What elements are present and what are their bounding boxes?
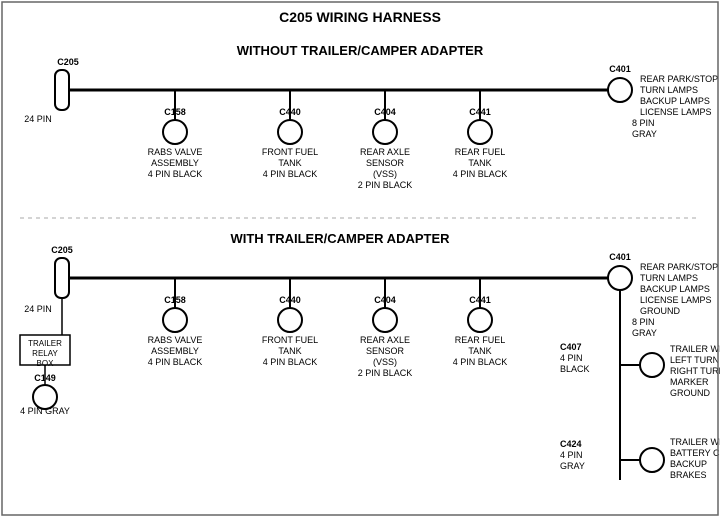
- section2-c440-d3: 4 PIN BLACK: [263, 357, 318, 367]
- section2-c441-circle: [468, 308, 492, 332]
- section1-c440-id: C440: [279, 107, 301, 117]
- section2-left-sub: 24 PIN: [24, 304, 52, 314]
- c424-sub2: GRAY: [560, 461, 585, 471]
- section1-c441-d3: 4 PIN BLACK: [453, 169, 508, 179]
- section2-c158-circle: [163, 308, 187, 332]
- section2-c441-id: C441: [469, 295, 491, 305]
- relay-box-text2: RELAY: [32, 349, 58, 358]
- c407-d3: RIGHT TURN: [670, 366, 720, 376]
- section1-c440-d2: TANK: [278, 158, 301, 168]
- relay-box-text1: TRAILER: [28, 339, 62, 348]
- section2-c441-d3: 4 PIN BLACK: [453, 357, 508, 367]
- section2-right-d1: REAR PARK/STOP: [640, 262, 718, 272]
- c424-id: C424: [560, 439, 582, 449]
- section1-right-id: C401: [609, 64, 631, 74]
- c424-d1: TRAILER WIRES: [670, 437, 720, 447]
- section2-right-d4: LICENSE LAMPS: [640, 295, 712, 305]
- section1-c404-d1: REAR AXLE: [360, 147, 410, 157]
- section1-left-id: C205: [57, 57, 79, 67]
- section1-c441-d2: TANK: [468, 158, 491, 168]
- c407-sub2: BLACK: [560, 364, 590, 374]
- section2-right-d3: BACKUP LAMPS: [640, 284, 710, 294]
- section2-c404-d2: SENSOR: [366, 346, 405, 356]
- section1-c158-id: C158: [164, 107, 186, 117]
- section1-right-desc2: TURN LAMPS: [640, 85, 698, 95]
- section1-c404-d3: (VSS): [373, 169, 397, 179]
- section1-left-connector: [55, 70, 69, 110]
- section2-c441-d1: REAR FUEL: [455, 335, 506, 345]
- section1-left-sub: 24 PIN: [24, 114, 52, 124]
- section2-right-connector: [608, 266, 632, 290]
- section2-left-connector: [55, 258, 69, 298]
- section2-right-d5: GROUND: [640, 306, 680, 316]
- section1-right-sub2: GRAY: [632, 129, 657, 139]
- section1-c404-circle: [373, 120, 397, 144]
- section1-c158-d2: ASSEMBLY: [151, 158, 199, 168]
- section2-label: WITH TRAILER/CAMPER ADAPTER: [230, 231, 450, 246]
- c424-d2: BATTERY CHARGE: [670, 448, 720, 458]
- section1-c158-circle: [163, 120, 187, 144]
- section1-c440-d1: FRONT FUEL: [262, 147, 318, 157]
- section1-c441-circle: [468, 120, 492, 144]
- section1-c158-d1: RABS VALVE: [148, 147, 203, 157]
- section2-c158-d1: RABS VALVE: [148, 335, 203, 345]
- section2-c158-d3: 4 PIN BLACK: [148, 357, 203, 367]
- section1-c404-d4: 2 PIN BLACK: [358, 180, 413, 190]
- section1-right-desc1: REAR PARK/STOP: [640, 74, 718, 84]
- section1-c440-d3: 4 PIN BLACK: [263, 169, 318, 179]
- c407-d2: LEFT TURN: [670, 355, 719, 365]
- section1-c404-id: C404: [374, 107, 396, 117]
- section2-c404-d3: (VSS): [373, 357, 397, 367]
- section2-c440-id: C440: [279, 295, 301, 305]
- section1-c404-d2: SENSOR: [366, 158, 405, 168]
- c407-circle: [640, 353, 664, 377]
- c424-circle: [640, 448, 664, 472]
- section2-c158-id: C158: [164, 295, 186, 305]
- page: C205 WIRING HARNESS WITHOUT TRAILER/CAMP…: [0, 0, 720, 517]
- section2-c440-d1: FRONT FUEL: [262, 335, 318, 345]
- section2-c404-d1: REAR AXLE: [360, 335, 410, 345]
- section1-right-desc4: LICENSE LAMPS: [640, 107, 712, 117]
- section2-c441-d2: TANK: [468, 346, 491, 356]
- section1-c441-d1: REAR FUEL: [455, 147, 506, 157]
- main-title: C205 WIRING HARNESS: [279, 9, 441, 25]
- c424-d4: BRAKES: [670, 470, 707, 480]
- section1-label: WITHOUT TRAILER/CAMPER ADAPTER: [237, 43, 484, 58]
- section1-right-connector: [608, 78, 632, 102]
- section2-c404-circle: [373, 308, 397, 332]
- c424-d3: BACKUP: [670, 459, 707, 469]
- c149-id: C149: [34, 373, 56, 383]
- section2-c440-circle: [278, 308, 302, 332]
- c407-id: C407: [560, 342, 582, 352]
- wiring-diagram: C205 WIRING HARNESS WITHOUT TRAILER/CAMP…: [0, 0, 720, 517]
- section2-right-id: C401: [609, 252, 631, 262]
- section2-right-sub2: GRAY: [632, 328, 657, 338]
- c407-sub1: 4 PIN: [560, 353, 583, 363]
- c407-d4: MARKER: [670, 377, 709, 387]
- section1-c440-circle: [278, 120, 302, 144]
- section2-c158-d2: ASSEMBLY: [151, 346, 199, 356]
- section2-left-id: C205: [51, 245, 73, 255]
- c424-sub1: 4 PIN: [560, 450, 583, 460]
- c407-d5: GROUND: [670, 388, 710, 398]
- section2-right-d2: TURN LAMPS: [640, 273, 698, 283]
- c407-d1: TRAILER WIRES: [670, 344, 720, 354]
- section2-c440-d2: TANK: [278, 346, 301, 356]
- section1-right-desc3: BACKUP LAMPS: [640, 96, 710, 106]
- section1-c158-d3: 4 PIN BLACK: [148, 169, 203, 179]
- section2-right-sub1: 8 PIN: [632, 317, 655, 327]
- section1-c441-id: C441: [469, 107, 491, 117]
- c149-sub: 4 PIN GRAY: [20, 406, 70, 416]
- section1-right-sub1: 8 PIN: [632, 118, 655, 128]
- section2-c404-d4: 2 PIN BLACK: [358, 368, 413, 378]
- section2-c404-id: C404: [374, 295, 396, 305]
